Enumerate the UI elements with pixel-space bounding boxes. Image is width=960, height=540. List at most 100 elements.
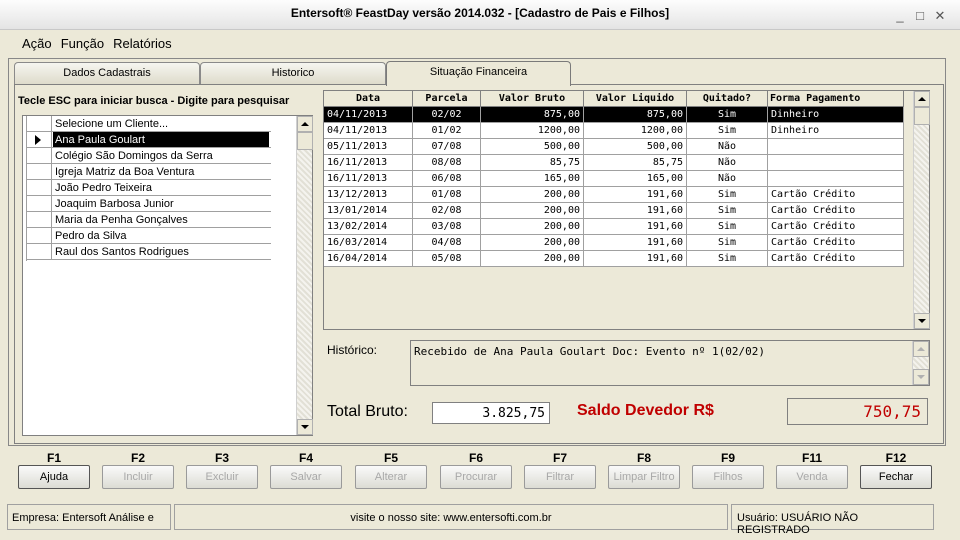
column-header[interactable]: Parcela [413,91,481,107]
scroll-down-icon[interactable] [914,313,930,329]
filtrar-button[interactable]: Filtrar [524,465,596,489]
table-cell: 13/01/2014 [324,203,413,219]
table-cell: 200,00 [481,251,584,267]
column-header[interactable]: Forma Pagamento [768,91,904,107]
table-row[interactable]: 16/03/2014 04/08 200,00 191,60 Sim Cartão Cré… [324,235,904,251]
tab-historico[interactable]: Historico [200,62,386,84]
table-row[interactable]: 16/11/2013 08/08 85,75 85,75 Não [324,155,904,171]
table-cell: Sim [687,235,768,251]
table-row[interactable]: 05/11/2013 07/08 500,00 500,00 Não [324,139,904,155]
excluir-button[interactable]: Excluir [186,465,258,489]
table-cell: 191,60 [584,235,687,251]
fkey-f3: F3 Excluir [184,446,260,489]
incluir-button[interactable]: Incluir [102,465,174,489]
table-cell: 05/11/2013 [324,139,413,155]
minimize-icon[interactable]: _ [894,8,906,24]
table-cell: 191,60 [584,251,687,267]
scroll-down-icon[interactable] [297,419,313,435]
scroll-down-icon[interactable] [913,369,929,385]
menu-relatorios[interactable]: Relatórios [113,36,172,51]
menu-acao[interactable]: Ação [22,36,52,51]
client-list-scrollbar[interactable] [296,116,313,435]
table-cell: 04/11/2013 [324,107,413,123]
scroll-thumb[interactable] [914,107,930,125]
table-row[interactable]: 04/11/2013 01/02 1200,00 1200,00 Sim Dinheiro [324,123,904,139]
table-cell: 85,75 [584,155,687,171]
finance-grid-scrollbar[interactable] [913,91,930,329]
column-header[interactable]: Valor Liquido [584,91,687,107]
limpar-filtro-button[interactable]: Limpar Filtro [608,465,680,489]
table-cell: 03/08 [413,219,481,235]
table-row[interactable]: 16/11/2013 06/08 165,00 165,00 Não [324,171,904,187]
tab-dados-cadastrais[interactable]: Dados Cadastrais [14,62,200,84]
close-icon[interactable]: ✕ [934,8,946,24]
list-item[interactable]: Maria da Penha Gonçalves [26,212,271,228]
list-item[interactable]: Pedro da Silva [26,228,271,244]
filhos-button[interactable]: Filhos [692,465,764,489]
venda-button[interactable]: Venda [776,465,848,489]
table-cell: Não [687,171,768,187]
fkey-label: F1 [46,451,61,465]
table-cell: Sim [687,203,768,219]
table-cell: 13/02/2014 [324,219,413,235]
row-pointer-icon [35,135,41,145]
procurar-button[interactable]: Procurar [440,465,512,489]
table-cell: 191,60 [584,203,687,219]
table-cell: Cartão Crédito [768,187,904,203]
table-cell: 07/08 [413,139,481,155]
table-cell: Sim [687,107,768,123]
list-item[interactable]: Joaquim Barbosa Junior [26,196,271,212]
list-item[interactable]: Igreja Matriz da Boa Ventura [26,164,271,180]
scroll-up-icon[interactable] [914,91,930,107]
table-cell: Cartão Crédito [768,219,904,235]
table-cell: Sim [687,219,768,235]
search-instruction: Tecle ESC para iniciar busca - Digite pa… [18,95,290,107]
table-cell: 200,00 [481,203,584,219]
list-item[interactable]: Raul dos Santos Rodrigues [26,244,271,260]
column-header[interactable]: Quitado? [687,91,768,107]
salvar-button[interactable]: Salvar [270,465,342,489]
tab-situacao-financeira[interactable]: Situação Financeira [386,61,571,86]
menu-bar: Ação Função Relatórios [0,31,960,55]
fkey-f12: F12 Fechar [858,446,934,489]
menu-funcao[interactable]: Função [61,36,104,51]
table-row[interactable]: 16/04/2014 05/08 200,00 191,60 Sim Cartão Cré… [324,251,904,267]
historico-text: Recebido de Ana Paula Goulart Doc: Event… [414,345,765,358]
table-cell: Cartão Crédito [768,203,904,219]
fkey-label: F8 [636,451,651,465]
table-row[interactable]: 13/01/2014 02/08 200,00 191,60 Sim Cartão Cré… [324,203,904,219]
status-empresa: Empresa: Entersoft Análise e [7,504,171,530]
historico-scrollbar[interactable] [912,341,929,385]
table-row[interactable]: 13/12/2013 01/08 200,00 191,60 Sim Cartão Cré… [324,187,904,203]
total-bruto-label: Total Bruto: [327,403,408,420]
column-header[interactable]: Valor Bruto [481,91,584,107]
finance-grid[interactable]: Data Parcela Valor Bruto Valor Liquido Q… [323,90,930,330]
list-item[interactable]: João Pedro Teixeira [26,180,271,196]
scroll-up-icon[interactable] [297,116,313,132]
historico-field[interactable]: Recebido de Ana Paula Goulart Doc: Event… [410,340,930,386]
ajuda-button[interactable]: Ajuda [18,465,90,489]
table-row[interactable]: 13/02/2014 03/08 200,00 191,60 Sim Cartão Cré… [324,219,904,235]
alterar-button[interactable]: Alterar [355,465,427,489]
table-cell: 165,00 [481,171,584,187]
table-cell: 13/12/2013 [324,187,413,203]
scroll-thumb[interactable] [297,132,313,150]
table-cell: 01/02 [413,123,481,139]
fkey-f11: F11 Venda [774,446,850,489]
column-header[interactable]: Data [324,91,413,107]
client-list[interactable]: Selecione um Cliente... Ana Paula Goular… [22,115,313,436]
list-item[interactable]: Ana Paula Goulart [26,132,271,148]
fkey-label: F4 [298,451,313,465]
table-row[interactable]: 04/11/2013 02/02 875,00 875,00 Sim Dinheiro [324,107,904,123]
fechar-button[interactable]: Fechar [860,465,932,489]
saldo-devedor-value: 750,75 [787,398,928,425]
status-site: visite o nosso site: www.entersofti.com.… [174,504,728,530]
fkey-label: F5 [383,451,398,465]
maximize-icon[interactable]: □ [914,8,926,24]
fkey-label: F12 [885,451,907,465]
list-item[interactable]: Colégio São Domingos da Serra [26,148,271,164]
table-cell: Cartão Crédito [768,235,904,251]
scroll-up-icon[interactable] [913,341,929,357]
table-cell: 04/08 [413,235,481,251]
fkey-f1: F1 Ajuda [16,446,92,489]
